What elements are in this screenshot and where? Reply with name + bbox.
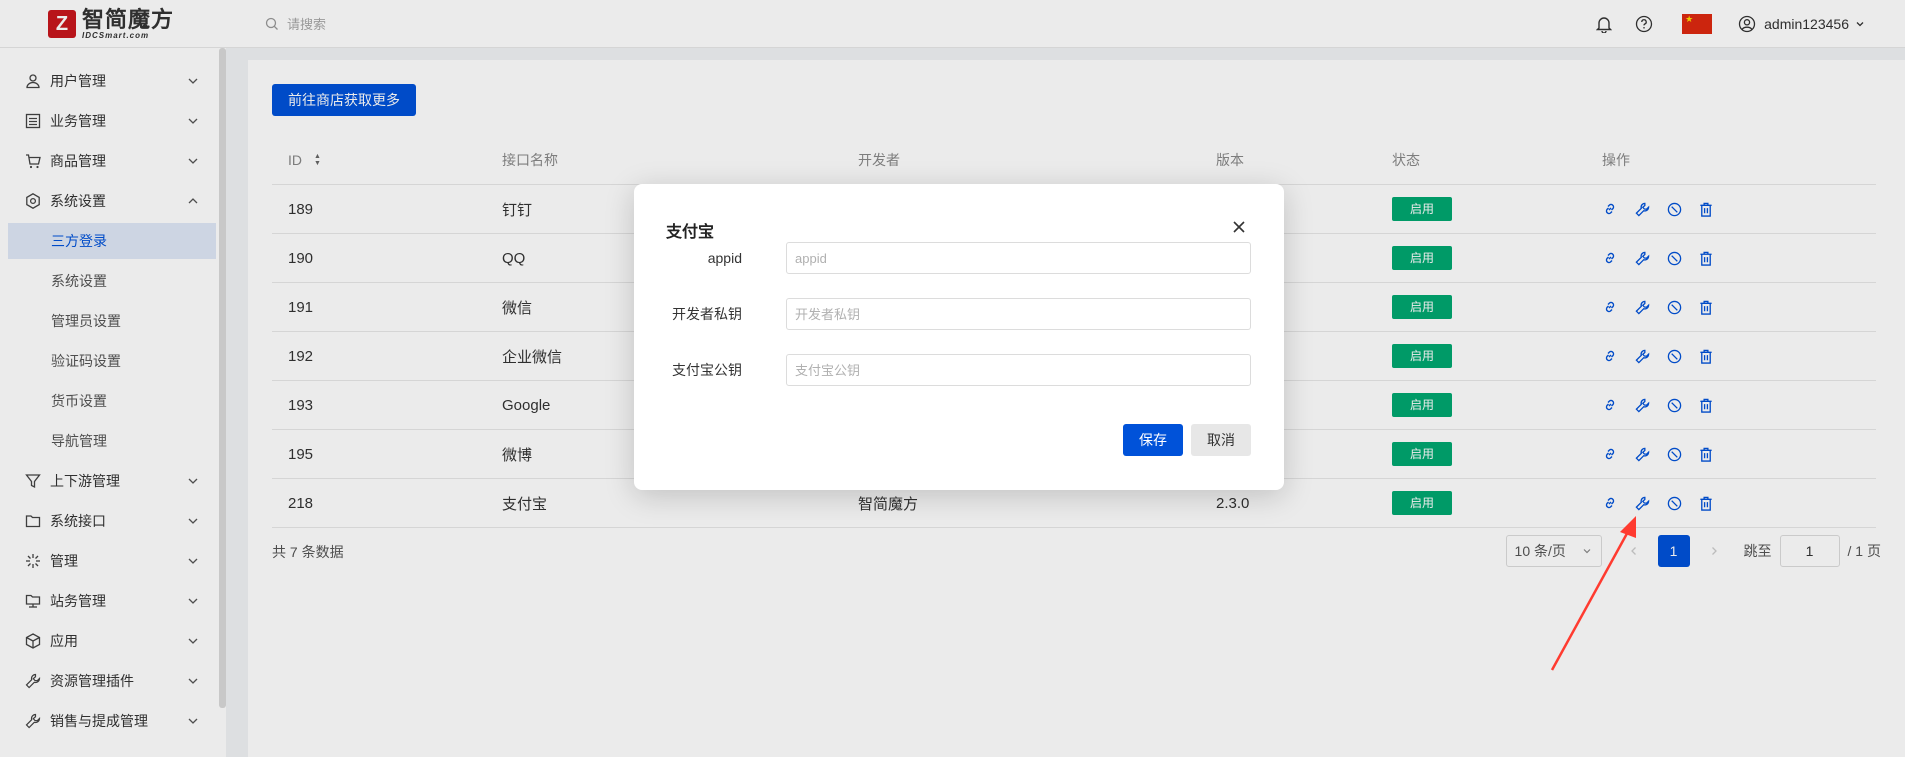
save-button[interactable]: 保存 (1123, 424, 1183, 456)
form-row-public-key: 支付宝公钥 (666, 353, 1256, 387)
close-icon[interactable] (1232, 220, 1246, 234)
cancel-button[interactable]: 取消 (1191, 424, 1251, 456)
form-row-appid: appid (666, 241, 1256, 275)
field-label-public-key: 支付宝公钥 (672, 362, 742, 378)
alipay-public-key-input[interactable] (786, 354, 1251, 386)
alipay-config-dialog: 支付宝 appid 开发者私钥 支付宝公钥 保存 取消 (634, 184, 1284, 490)
appid-input[interactable] (786, 242, 1251, 274)
field-label-private-key: 开发者私钥 (672, 306, 742, 322)
field-label-appid: appid (707, 250, 742, 266)
dialog-title: 支付宝 (666, 224, 715, 241)
developer-private-key-input[interactable] (786, 298, 1251, 330)
annotation-arrow (1550, 516, 1636, 671)
form-row-private-key: 开发者私钥 (666, 297, 1256, 331)
